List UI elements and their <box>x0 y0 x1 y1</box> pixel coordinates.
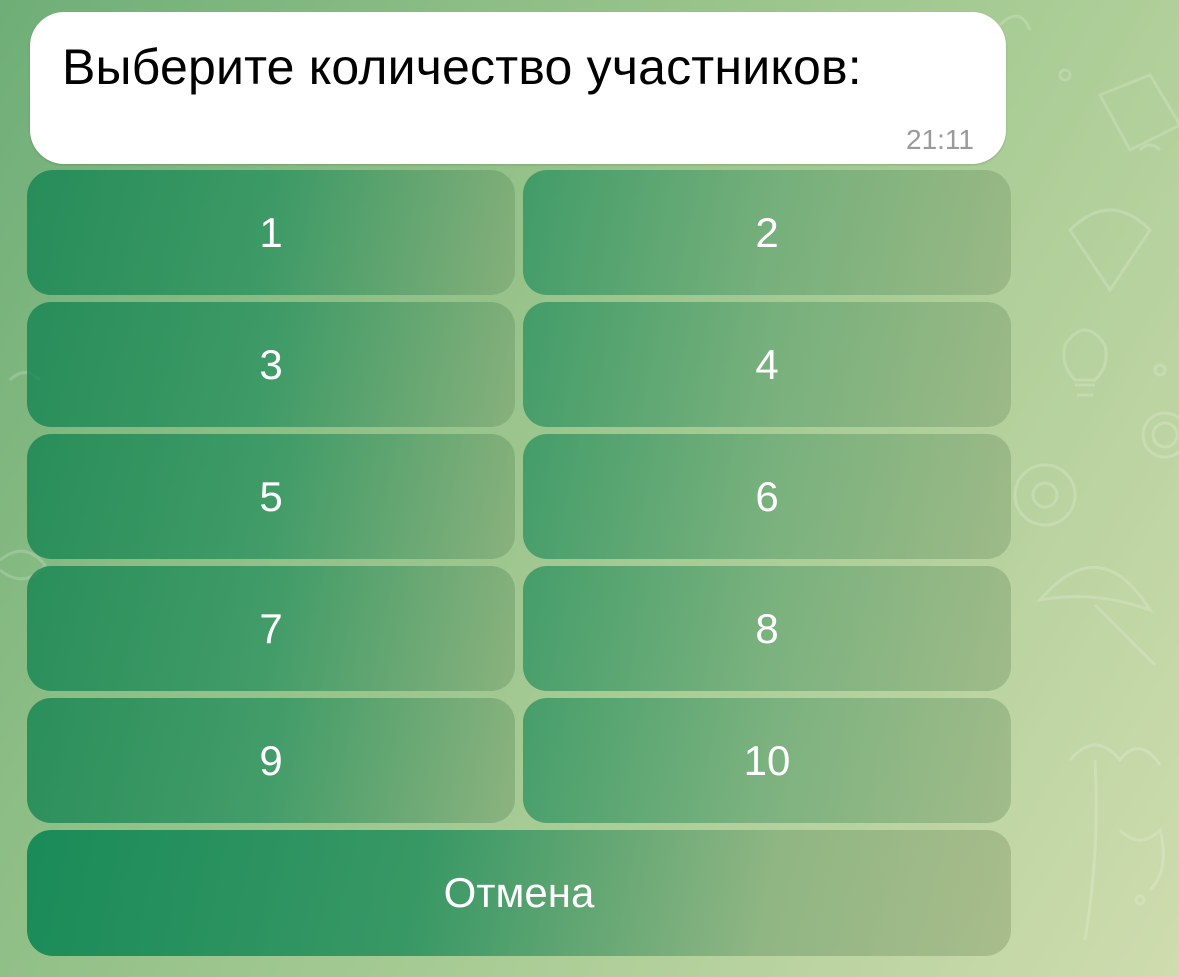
inline-keyboard: 1 2 3 4 5 6 7 8 9 10 Отмена <box>27 170 1011 956</box>
message-text: Выберите количество участников: <box>62 39 862 95</box>
option-8-button[interactable]: 8 <box>523 566 1011 691</box>
message-bubble: Выберите количество участников: 21:11 <box>30 12 1006 164</box>
option-6-button[interactable]: 6 <box>523 434 1011 559</box>
option-10-button[interactable]: 10 <box>523 698 1011 823</box>
option-7-button[interactable]: 7 <box>27 566 515 691</box>
option-9-button[interactable]: 9 <box>27 698 515 823</box>
option-2-button[interactable]: 2 <box>523 170 1011 295</box>
option-3-button[interactable]: 3 <box>27 302 515 427</box>
option-4-button[interactable]: 4 <box>523 302 1011 427</box>
option-5-button[interactable]: 5 <box>27 434 515 559</box>
cancel-button[interactable]: Отмена <box>27 830 1011 956</box>
message-time: 21:11 <box>906 124 974 155</box>
option-1-button[interactable]: 1 <box>27 170 515 295</box>
